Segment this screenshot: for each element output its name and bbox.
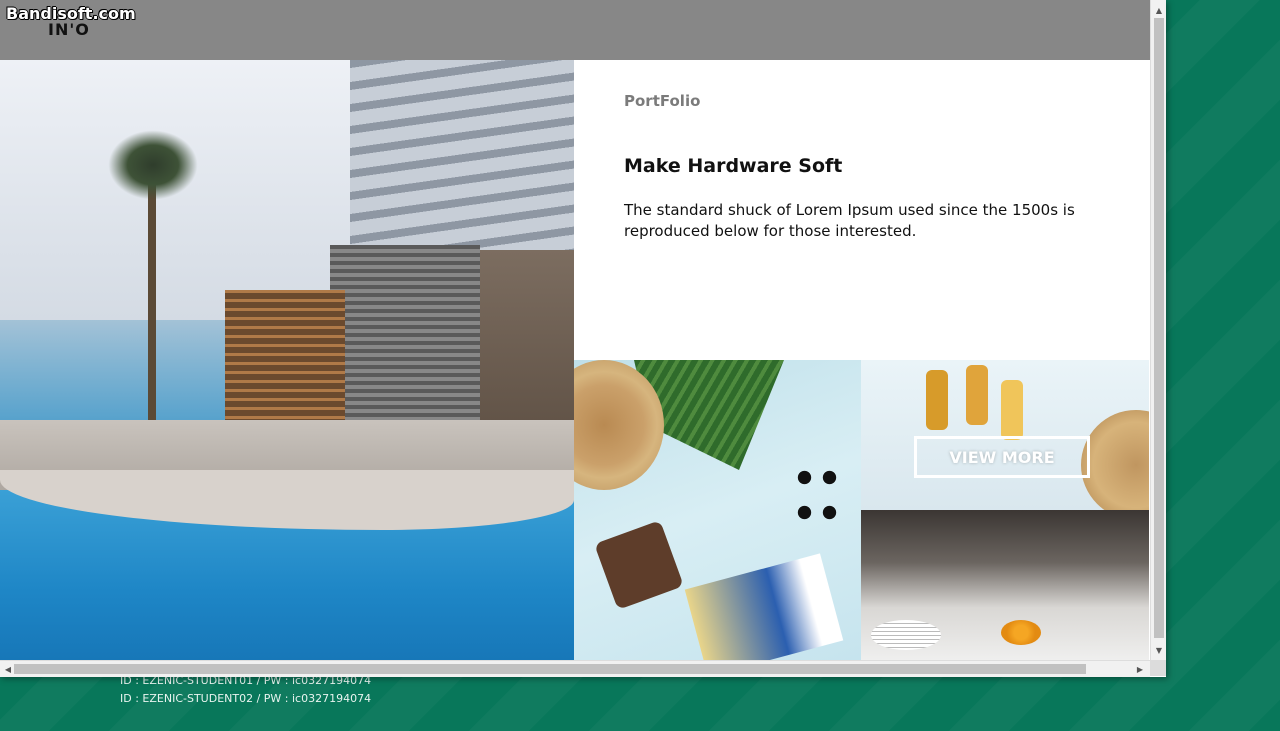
section-eyebrow: PortFolio bbox=[624, 92, 701, 110]
resort-pool-image bbox=[0, 60, 574, 660]
browser-window: IN'O PortFolio Make Hardware Soft The st… bbox=[0, 0, 1166, 677]
straw-hat bbox=[1081, 410, 1149, 510]
horizontal-scrollbar[interactable]: ◀ ▶ bbox=[0, 660, 1150, 677]
plates bbox=[871, 620, 941, 650]
horizontal-scroll-thumb[interactable] bbox=[14, 664, 1086, 674]
bottle bbox=[926, 370, 948, 430]
bottle bbox=[1001, 380, 1023, 440]
fruit-bowl bbox=[1001, 620, 1041, 645]
palm-leaves bbox=[108, 130, 198, 200]
desktop-credentials: ID : EZENIC-STUDENT01 / PW : ic032719407… bbox=[120, 672, 371, 708]
credential-line: ID : EZENIC-STUDENT02 / PW : ic032719407… bbox=[120, 692, 372, 705]
section-description: The standard shuck of Lorem Ipsum used s… bbox=[624, 201, 1075, 240]
scroll-right-icon[interactable]: ▶ bbox=[1132, 661, 1148, 677]
summer-items-image[interactable] bbox=[574, 360, 861, 660]
watermark: Bandisoft.com bbox=[6, 4, 136, 23]
intro-panel: PortFolio Make Hardware Soft The standar… bbox=[574, 60, 1150, 360]
buffet-image[interactable] bbox=[861, 510, 1149, 660]
page-header: IN'O bbox=[0, 0, 1150, 60]
sunglasses bbox=[792, 460, 842, 530]
section-title: Make Hardware Soft bbox=[624, 155, 843, 177]
scroll-corner bbox=[1150, 660, 1166, 676]
scroll-down-icon[interactable]: ▼ bbox=[1151, 642, 1166, 658]
camera bbox=[594, 520, 684, 610]
view-more-button[interactable]: VIEW MORE bbox=[914, 436, 1090, 478]
vertical-scrollbar[interactable]: ▲ ▼ bbox=[1150, 0, 1166, 660]
beach-towel bbox=[684, 553, 844, 660]
bottle bbox=[966, 365, 988, 425]
scroll-up-icon[interactable]: ▲ bbox=[1151, 2, 1166, 18]
vertical-scroll-thumb[interactable] bbox=[1154, 18, 1164, 638]
palm-tree bbox=[148, 170, 156, 420]
drinks-image[interactable]: VIEW MORE bbox=[861, 360, 1149, 510]
